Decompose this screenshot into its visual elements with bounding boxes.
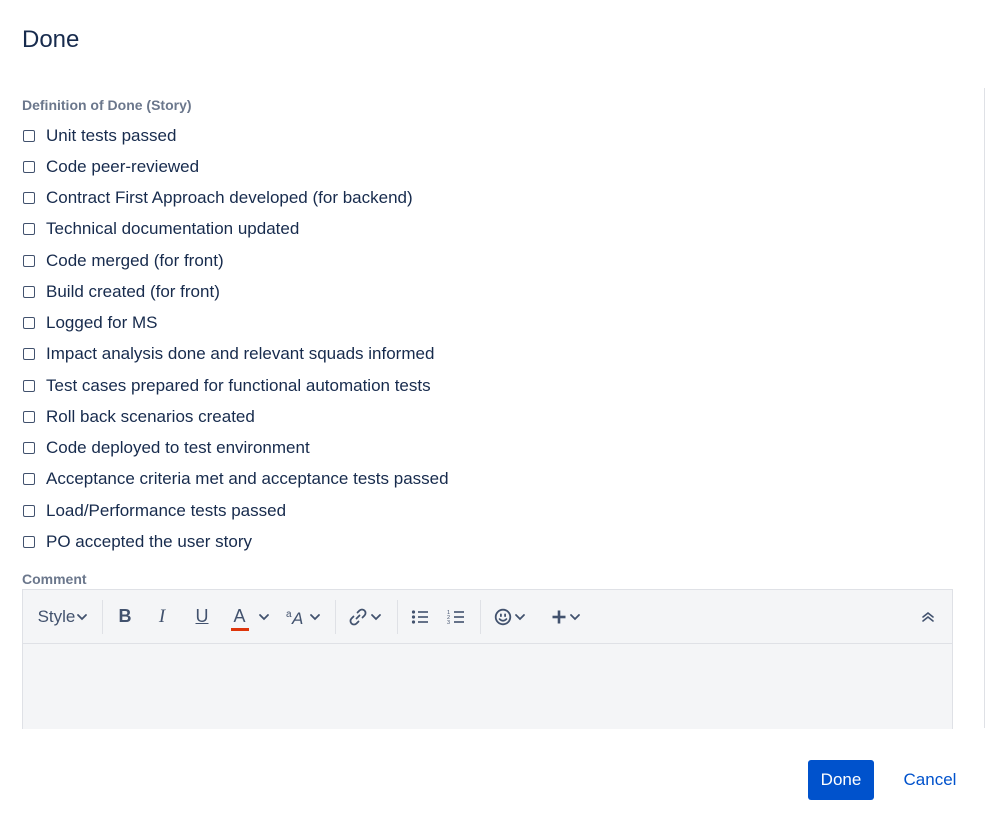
underline-button[interactable]: U <box>188 590 216 643</box>
chevron-down-icon <box>570 613 580 620</box>
checklist-item[interactable]: Unit tests passed <box>22 120 449 151</box>
link-button[interactable] <box>343 590 387 643</box>
underline-icon: U <box>195 606 209 626</box>
checklist-item[interactable]: Code peer-reviewed <box>22 151 449 182</box>
chevron-down-icon <box>515 613 525 620</box>
bold-icon: B <box>118 606 132 626</box>
checkbox[interactable] <box>23 129 35 142</box>
comment-label: Comment <box>22 571 87 587</box>
emoji-icon <box>494 608 512 625</box>
checklist-item[interactable]: Code merged (for front) <box>22 245 449 276</box>
plus-icon <box>552 610 566 623</box>
checkbox[interactable] <box>23 192 35 205</box>
text-color-button[interactable]: A <box>226 590 274 643</box>
checkbox[interactable] <box>23 160 35 173</box>
text-color-swatch <box>230 628 249 631</box>
svg-text:3: 3 <box>447 620 450 625</box>
checklist-item-label: Code merged (for front) <box>46 250 224 270</box>
checklist-item[interactable]: Acceptance criteria met and acceptance t… <box>22 464 449 495</box>
bullet-list-icon <box>411 609 428 624</box>
emoji-button[interactable] <box>489 590 531 643</box>
chevron-down-icon <box>371 613 381 620</box>
chevron-down-icon <box>77 613 88 620</box>
style-dropdown[interactable]: Style <box>36 590 90 643</box>
checklist-item-label: Impact analysis done and relevant squads… <box>46 344 435 364</box>
checklist-item-label: Acceptance criteria met and acceptance t… <box>46 469 449 489</box>
insert-more-button[interactable] <box>545 590 587 643</box>
checkbox[interactable] <box>23 285 35 298</box>
checkbox[interactable] <box>23 317 35 330</box>
checkbox[interactable] <box>23 379 35 392</box>
checklist-item-label: Code deployed to test environment <box>46 438 310 458</box>
checklist-item-label: Technical documentation updated <box>46 219 300 239</box>
toolbar-divider <box>102 600 103 634</box>
dialog-title: Done <box>22 26 80 53</box>
checkbox[interactable] <box>23 410 35 423</box>
checklist-item[interactable]: PO accepted the user story <box>22 526 449 557</box>
comment-editor: Style B I U A a A 1 2 3 <box>22 589 953 729</box>
comment-input[interactable] <box>23 644 952 730</box>
italic-button[interactable]: I <box>148 590 176 643</box>
toolbar-divider <box>335 600 336 634</box>
checklist-item-label: Unit tests passed <box>46 125 177 145</box>
checklist-item[interactable]: Contract First Approach developed (for b… <box>22 183 449 214</box>
chevron-down-icon <box>258 613 269 620</box>
bullet-list-button[interactable] <box>407 590 433 643</box>
checklist-item-label: Load/Performance tests passed <box>46 500 287 520</box>
checklist-item[interactable]: Logged for MS <box>22 308 449 339</box>
done-button[interactable]: Done <box>808 760 874 800</box>
link-icon <box>349 608 367 625</box>
checklist-item[interactable]: Test cases prepared for functional autom… <box>22 370 449 401</box>
svg-text:A: A <box>291 609 303 626</box>
style-label: Style <box>37 606 76 626</box>
double-chevron-up-icon <box>922 611 934 622</box>
checkbox[interactable] <box>23 223 35 236</box>
text-formatting-button[interactable]: a A <box>282 590 324 643</box>
toolbar-divider <box>480 600 481 634</box>
checklist-item[interactable]: Load/Performance tests passed <box>22 495 449 526</box>
checklist-item[interactable]: Roll back scenarios created <box>22 401 449 432</box>
italic-icon: I <box>158 605 166 627</box>
toolbar-divider <box>397 600 398 634</box>
definition-of-done-checklist: Unit tests passed Code peer-reviewed Con… <box>22 120 449 558</box>
chevron-down-icon <box>309 613 320 620</box>
checklist-item[interactable]: Impact analysis done and relevant squads… <box>22 339 449 370</box>
checkbox[interactable] <box>23 535 35 548</box>
definition-of-done-label: Definition of Done (Story) <box>22 97 192 113</box>
checklist-item-label: Contract First Approach developed (for b… <box>46 188 413 208</box>
cancel-button[interactable]: Cancel <box>896 760 964 800</box>
checklist-item[interactable]: Technical documentation updated <box>22 214 449 245</box>
text-color-icon: A <box>230 606 249 631</box>
checklist-item[interactable]: Code deployed to test environment <box>22 433 449 464</box>
checklist-item-label: PO accepted the user story <box>46 531 252 551</box>
checkbox[interactable] <box>23 254 35 267</box>
checkbox[interactable] <box>23 473 35 486</box>
checklist-item-label: Build created (for front) <box>46 281 220 301</box>
text-styles-icon: a A <box>286 609 303 626</box>
checklist-item-label: Code peer-reviewed <box>46 156 200 176</box>
collapse-toolbar-button[interactable] <box>913 590 943 643</box>
checkbox[interactable] <box>23 504 35 517</box>
editor-toolbar: Style B I U A a A 1 2 3 <box>23 590 952 644</box>
numbered-list-button[interactable]: 1 2 3 <box>443 590 469 643</box>
bold-button[interactable]: B <box>111 590 139 643</box>
checkbox[interactable] <box>23 442 35 455</box>
checklist-item-label: Roll back scenarios created <box>46 406 255 426</box>
numbered-list-icon: 1 2 3 <box>447 610 464 625</box>
checklist-item-label: Logged for MS <box>46 313 158 333</box>
checkbox[interactable] <box>23 348 35 361</box>
checklist-item[interactable]: Build created (for front) <box>22 276 449 307</box>
checklist-item-label: Test cases prepared for functional autom… <box>46 375 431 395</box>
